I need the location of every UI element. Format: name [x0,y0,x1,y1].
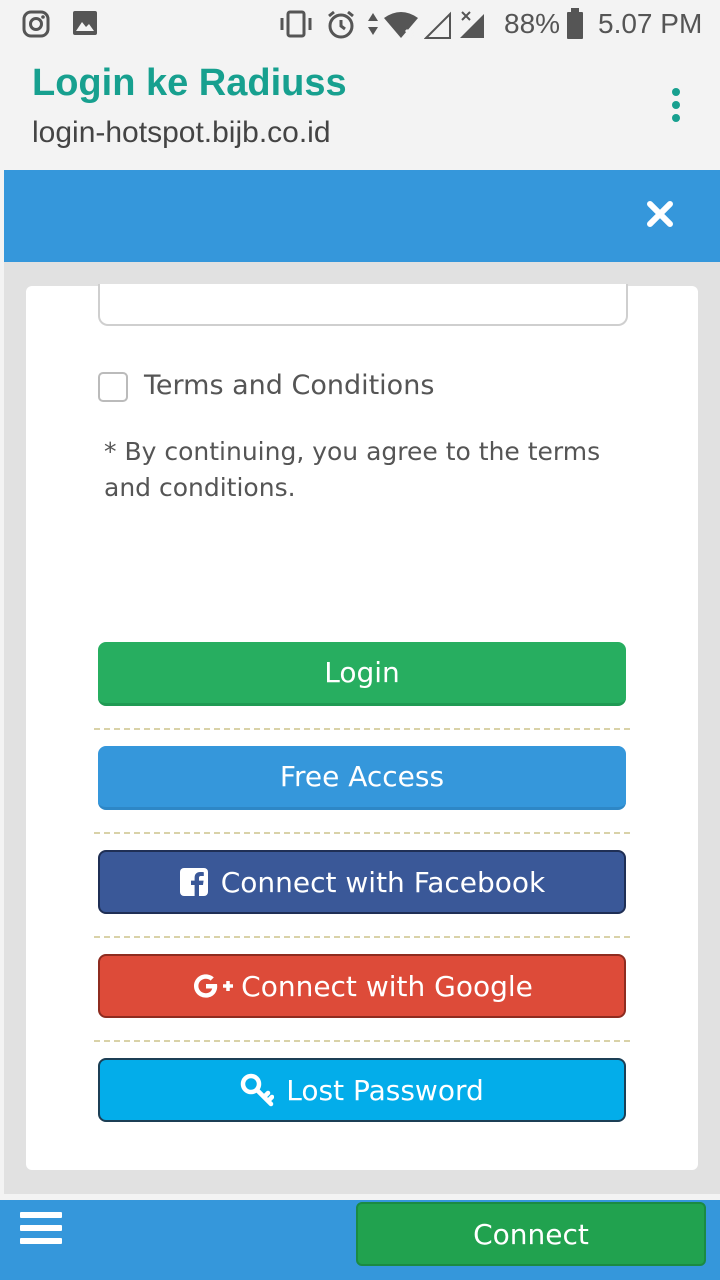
free-access-button[interactable]: Free Access [98,746,626,810]
terms-checkbox[interactable] [98,372,128,402]
divider [94,936,630,938]
overflow-menu-icon[interactable] [668,88,684,124]
google-plus-icon [191,971,239,1001]
bottom-bar: Connect [0,1200,720,1280]
divider [94,1040,630,1042]
page-url: login-hotspot.bijb.co.id [32,116,331,149]
input-field[interactable] [98,284,628,326]
connect-label: Connect [473,1217,589,1251]
wifi-icon [382,10,420,44]
clock: 5.07 PM [598,8,703,39]
data-arrows-icon [366,10,380,42]
gallery-icon [72,10,98,40]
battery-percent: 88% [504,8,561,39]
modal-header [4,170,720,262]
hamburger-menu-icon[interactable] [20,1212,62,1248]
google-connect-label: Connect with Google [241,969,533,1003]
divider [94,728,630,730]
free-access-label: Free Access [279,760,445,793]
divider [94,832,630,834]
alarm-icon [326,10,356,44]
close-icon[interactable] [644,198,676,230]
login-card: Terms and Conditions * By continuing, yo… [26,284,698,1170]
signal-icon [423,10,486,44]
terms-note: * By continuing, you agree to the terms … [104,437,601,502]
facebook-connect-label: Connect with Facebook [220,865,546,899]
lost-password-button[interactable]: Lost Password [98,1058,626,1122]
facebook-connect-button[interactable]: Connect with Facebook [98,850,626,914]
instagram-icon [22,10,50,42]
page-title: Login ke Radiuss [32,62,347,104]
browser-header: Login ke Radiuss login-hotspot.bijb.co.i… [0,48,720,162]
vibrate-icon [278,10,314,42]
connect-button[interactable]: Connect [356,1202,706,1266]
facebook-icon [179,867,209,897]
login-button[interactable]: Login [98,642,626,706]
login-button-label: Login [324,656,400,689]
login-modal: Terms and Conditions * By continuing, yo… [4,170,720,1194]
terms-label: Terms and Conditions [144,370,435,401]
lost-password-label: Lost Password [286,1073,484,1107]
key-icon [240,1073,275,1107]
battery-icon [566,8,584,44]
google-connect-button[interactable]: Connect with Google [98,954,626,1018]
status-bar: 88% 5.07 PM [0,0,720,48]
